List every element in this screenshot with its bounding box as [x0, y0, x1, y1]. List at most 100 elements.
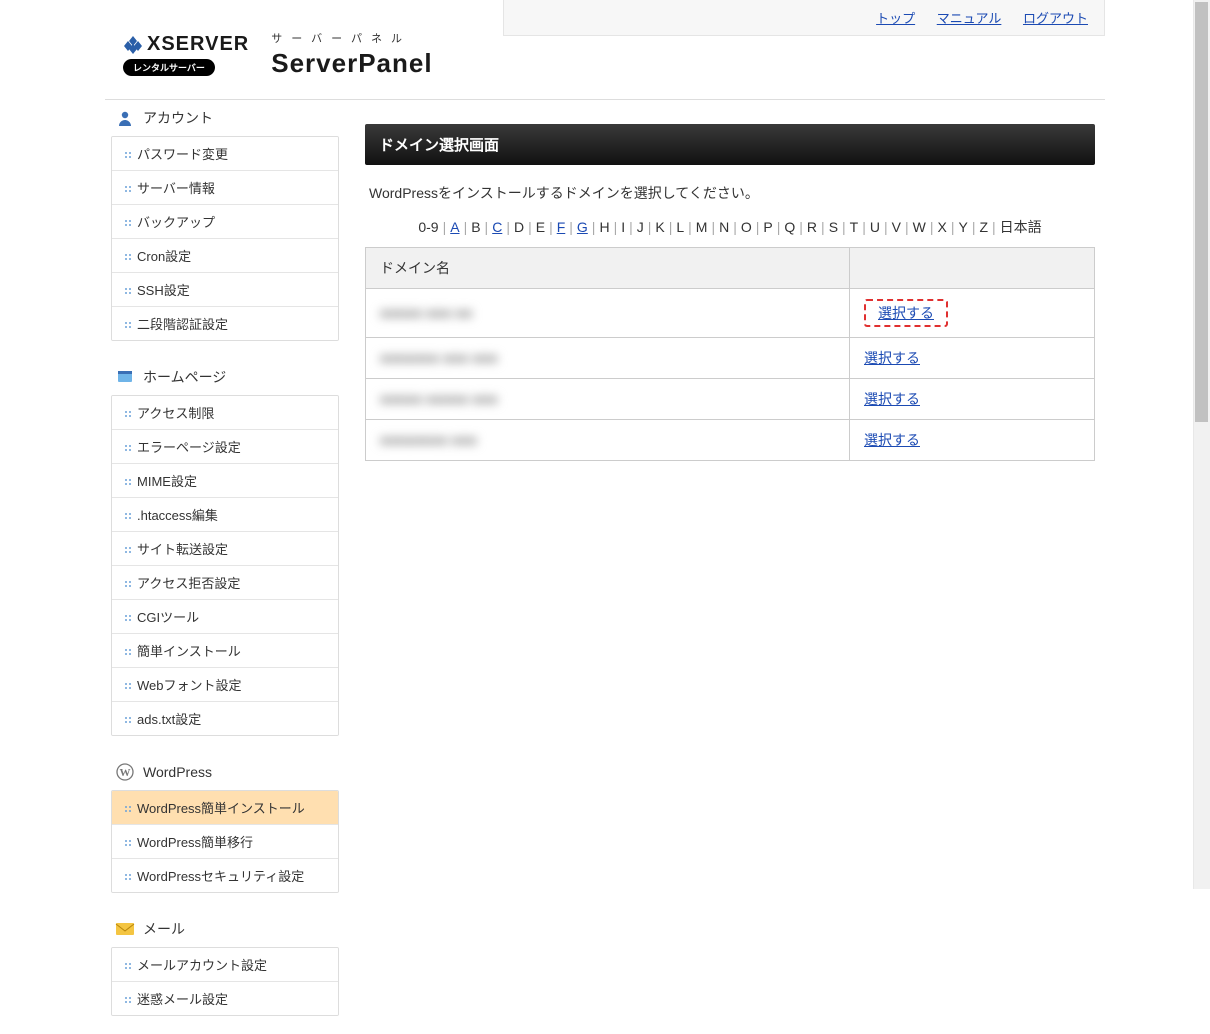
- sidebar-item[interactable]: WordPress簡単移行: [112, 825, 338, 859]
- action-cell: 選択する: [850, 379, 1095, 420]
- svg-text:W: W: [120, 767, 131, 779]
- top-links: トップ マニュアル ログアウト: [503, 0, 1105, 36]
- domain-cell: ■■■■■ ■■■■■ ■■■: [366, 379, 850, 420]
- brand-logo: XSERVER レンタルサーバー: [123, 33, 249, 76]
- sidebar-section-label: ホームページ: [143, 367, 226, 387]
- page-description: WordPressをインストールするドメインを選択してください。: [365, 165, 1095, 217]
- sidebar-item[interactable]: WordPressセキュリティ設定: [112, 859, 338, 892]
- sidebar-item[interactable]: MIME設定: [112, 464, 338, 498]
- sidebar-section-label: アカウント: [143, 108, 213, 128]
- sidebar-section-label: WordPress: [143, 764, 212, 780]
- highlighted-select: 選択する: [864, 299, 948, 327]
- brand-badge: レンタルサーバー: [123, 59, 215, 76]
- account-icon: [115, 108, 135, 128]
- action-cell: 選択する: [850, 289, 1095, 338]
- alpha-suffix: 日本語: [1000, 219, 1042, 235]
- homepage-icon: [115, 367, 135, 387]
- alpha-letter-link[interactable]: A: [450, 219, 459, 235]
- alpha-letter: Z: [979, 219, 988, 235]
- alpha-letter: O: [741, 219, 752, 235]
- main-content: ドメイン選択画面 WordPressをインストールするドメインを選択してください…: [345, 100, 1105, 1034]
- sidebar-section-wordpress: W WordPress: [105, 754, 345, 790]
- domain-cell: ■■■■■■■■ ■■■: [366, 420, 850, 461]
- select-domain-link[interactable]: 選択する: [864, 432, 920, 448]
- brand-name: XSERVER: [147, 33, 249, 56]
- sidebar-item[interactable]: 簡単インストール: [112, 634, 338, 668]
- alpha-prefix: 0-9: [418, 219, 438, 235]
- sidebar-section-homepage: ホームページ: [105, 359, 345, 395]
- top-link-top[interactable]: トップ: [876, 11, 915, 26]
- table-row: ■■■■■ ■■■■■ ■■■ 選択する: [366, 379, 1095, 420]
- sidebar-section-mail: メール: [105, 911, 345, 947]
- sidebar-item[interactable]: Webフォント設定: [112, 668, 338, 702]
- domain-cell: ■■■■■ ■■■ ■■: [366, 289, 850, 338]
- sidebar-item[interactable]: .htaccess編集: [112, 498, 338, 532]
- sidebar-item[interactable]: アクセス拒否設定: [112, 566, 338, 600]
- select-domain-link[interactable]: 選択する: [864, 391, 920, 407]
- alpha-letter: N: [719, 219, 729, 235]
- sidebar-item[interactable]: ads.txt設定: [112, 702, 338, 735]
- alpha-letter: Q: [784, 219, 795, 235]
- sidebar-section-account: アカウント: [105, 100, 345, 136]
- header: XSERVER レンタルサーバー サーバーパネル ServerPanel トップ…: [105, 0, 1105, 100]
- domain-table: ドメイン名 ■■■■■ ■■■ ■■ 選択する ■■■■■■■ ■■■ ■■■ 選択す…: [365, 247, 1095, 461]
- vertical-scrollbar[interactable]: ▲: [1193, 0, 1210, 889]
- alpha-letter: M: [696, 219, 708, 235]
- sidebar-item[interactable]: サイト転送設定: [112, 532, 338, 566]
- sidebar-item[interactable]: アクセス制限: [112, 396, 338, 430]
- sidebar-item[interactable]: Cron設定: [112, 239, 338, 273]
- table-row: ■■■■■■■ ■■■ ■■■ 選択する: [366, 338, 1095, 379]
- select-domain-link[interactable]: 選択する: [864, 350, 920, 366]
- top-link-logout[interactable]: ログアウト: [1023, 11, 1088, 26]
- alpha-letter-link[interactable]: G: [577, 219, 588, 235]
- sidebar-item[interactable]: バックアップ: [112, 205, 338, 239]
- alpha-letter: K: [655, 219, 664, 235]
- sidebar-item[interactable]: メールアカウント設定: [112, 948, 338, 982]
- xserver-logo-icon: [123, 35, 143, 55]
- alpha-letter: L: [676, 219, 684, 235]
- sidebar-item[interactable]: SSH設定: [112, 273, 338, 307]
- mail-icon: [115, 919, 135, 939]
- alpha-letter: U: [870, 219, 880, 235]
- alpha-letter: S: [829, 219, 838, 235]
- table-header-domain: ドメイン名: [366, 248, 850, 289]
- scrollbar-thumb[interactable]: [1195, 2, 1208, 422]
- sidebar-item[interactable]: エラーページ設定: [112, 430, 338, 464]
- table-row: ■■■■■■■■ ■■■ 選択する: [366, 420, 1095, 461]
- alpha-letter: W: [913, 219, 926, 235]
- alpha-letter: V: [892, 219, 901, 235]
- alpha-letter: E: [536, 219, 545, 235]
- alpha-letter: J: [637, 219, 644, 235]
- action-cell: 選択する: [850, 420, 1095, 461]
- sidebar-section-label: メール: [143, 919, 185, 939]
- panel-title-ruby: サーバーパネル: [271, 30, 432, 46]
- alpha-letter: T: [850, 219, 859, 235]
- sidebar-item[interactable]: WordPress簡単インストール: [112, 791, 338, 825]
- alpha-letter: D: [514, 219, 524, 235]
- alpha-letter-link[interactable]: C: [492, 219, 502, 235]
- select-domain-link[interactable]: 選択する: [878, 305, 934, 321]
- alpha-letter: Y: [958, 219, 967, 235]
- sidebar: アカウント パスワード変更サーバー情報バックアップCron設定SSH設定二段階認…: [105, 100, 345, 1034]
- page-title: ドメイン選択画面: [365, 124, 1095, 165]
- domain-cell: ■■■■■■■ ■■■ ■■■: [366, 338, 850, 379]
- action-cell: 選択する: [850, 338, 1095, 379]
- table-row: ■■■■■ ■■■ ■■ 選択する: [366, 289, 1095, 338]
- alpha-letter: X: [937, 219, 946, 235]
- alpha-letter: P: [763, 219, 772, 235]
- sidebar-item[interactable]: パスワード変更: [112, 137, 338, 171]
- sidebar-item[interactable]: 二段階認証設定: [112, 307, 338, 340]
- alpha-letter: B: [471, 219, 480, 235]
- sidebar-item[interactable]: CGIツール: [112, 600, 338, 634]
- alpha-letter-link[interactable]: F: [557, 219, 566, 235]
- alpha-letter: R: [807, 219, 817, 235]
- table-header-action: [850, 248, 1095, 289]
- panel-title: ServerPanel: [271, 48, 432, 79]
- wordpress-icon: W: [115, 762, 135, 782]
- top-link-manual[interactable]: マニュアル: [937, 11, 1002, 26]
- alpha-letter: H: [599, 219, 609, 235]
- alpha-filter-row: 0-9|A|B|C|D|E|F|G|H|I|J|K|L|M|N|O|P|Q|R|…: [365, 217, 1095, 247]
- alpha-letter: I: [621, 219, 625, 235]
- sidebar-item[interactable]: サーバー情報: [112, 171, 338, 205]
- sidebar-item[interactable]: 迷惑メール設定: [112, 982, 338, 1015]
